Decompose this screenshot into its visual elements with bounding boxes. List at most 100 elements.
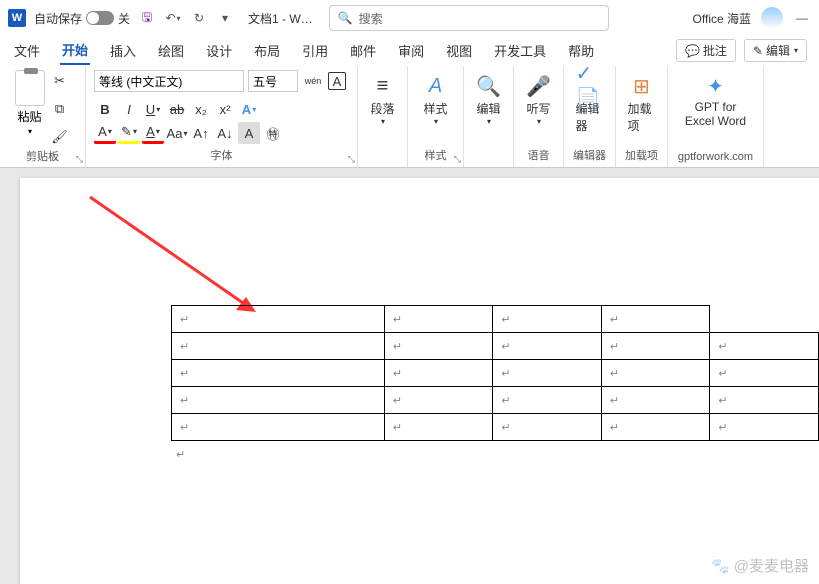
undo-icon[interactable]: ↶▾	[164, 9, 182, 27]
minimize-icon[interactable]: —	[793, 9, 811, 27]
clipboard-group-label: 剪贴板	[26, 148, 59, 166]
font-launcher-icon[interactable]: ⤡	[348, 154, 355, 165]
table-cell: ↵	[384, 306, 493, 333]
table-cell: ↵	[172, 306, 385, 333]
qat-dropdown-icon[interactable]: ▾	[216, 9, 234, 27]
table-cell: ↵	[172, 333, 385, 360]
editor-icon: ✓📄	[576, 72, 604, 100]
table-row: ↵↵↵↵↵	[172, 333, 819, 360]
tab-layout[interactable]: 布局	[252, 37, 282, 64]
tab-insert[interactable]: 插入	[108, 37, 138, 64]
tab-developer[interactable]: 开发工具	[492, 37, 548, 64]
format-painter-icon[interactable]: 🖌	[49, 126, 71, 148]
enclose-char-icon[interactable]: ㊕	[262, 122, 284, 144]
find-icon: 🔍	[475, 72, 503, 100]
addins-icon: ⊞	[628, 72, 656, 100]
clear-format-icon[interactable]: A	[238, 122, 260, 144]
paragraph-button[interactable]: ≡ 段落▾	[363, 70, 403, 128]
table-cell: ↵	[710, 333, 819, 360]
table-cell: ↵	[601, 387, 710, 414]
font-size-select[interactable]	[248, 70, 298, 92]
save-icon[interactable]: 🖫	[138, 9, 156, 27]
styles-button[interactable]: A 样式▾	[416, 70, 456, 128]
subscript-icon[interactable]: x₂	[190, 98, 212, 120]
voice-group-label: 语音	[528, 147, 550, 165]
table-cell: ↵	[710, 360, 819, 387]
paragraph-icon: ≡	[369, 72, 397, 100]
copy-icon[interactable]: ⧉	[49, 98, 71, 120]
tab-view[interactable]: 视图	[444, 37, 474, 64]
table-row: ↵↵↵↵	[172, 306, 819, 333]
search-icon: 🔍	[338, 11, 353, 25]
char-shading-icon[interactable]: A▾	[142, 122, 164, 144]
table-cell: ↵	[710, 414, 819, 441]
search-placeholder: 搜索	[359, 10, 383, 27]
table-cell: ↵	[601, 360, 710, 387]
dictate-button[interactable]: 🎤 听写▾	[519, 70, 559, 128]
strike-icon[interactable]: ab	[166, 98, 188, 120]
paste-button[interactable]: 粘贴 ▾	[15, 70, 45, 136]
table-row: ↵↵↵↵↵	[172, 360, 819, 387]
tab-file[interactable]: 文件	[12, 37, 42, 64]
table-cell: ↵	[172, 414, 385, 441]
editor-button[interactable]: ✓📄 编辑器	[570, 70, 610, 136]
tab-review[interactable]: 审阅	[396, 37, 426, 64]
highlight-icon[interactable]: ✎▾	[118, 122, 140, 144]
underline-icon[interactable]: U▾	[142, 98, 164, 120]
comment-button[interactable]: 💬批注	[676, 39, 736, 62]
tab-help[interactable]: 帮助	[566, 37, 596, 64]
shrink-font-icon[interactable]: A↓	[214, 122, 236, 144]
table-cell: ↵	[493, 333, 602, 360]
bold-icon[interactable]: B	[94, 98, 116, 120]
ribbon-tabs: 文件 开始 插入 绘图 设计 布局 引用 邮件 审阅 视图 开发工具 帮助 💬批…	[0, 36, 819, 66]
redo-icon[interactable]: ↻	[190, 9, 208, 27]
clipboard-icon	[15, 70, 45, 106]
table-cell: ↵	[601, 306, 710, 333]
addins-group-label: 加载项	[625, 147, 658, 165]
document-title: 文档1 - W…	[248, 10, 313, 27]
char-border-icon[interactable]: A	[328, 72, 346, 90]
font-color-icon[interactable]: A▾	[94, 122, 116, 144]
editing-button[interactable]: 🔍 编辑▾	[469, 70, 509, 128]
autosave-state: 关	[118, 10, 130, 27]
tab-draw[interactable]: 绘图	[156, 37, 186, 64]
table-cell: ↵	[172, 360, 385, 387]
table-cell: ↵	[493, 387, 602, 414]
table-cell: ↵	[172, 387, 385, 414]
tab-mail[interactable]: 邮件	[348, 37, 378, 64]
table-cell: ↵	[493, 360, 602, 387]
avatar[interactable]	[761, 7, 783, 29]
superscript-icon[interactable]: x²	[214, 98, 236, 120]
styles-group-label: 样式	[425, 147, 447, 165]
change-case-icon[interactable]: Aa▾	[166, 122, 188, 144]
phonetic-guide-icon[interactable]: wén	[302, 70, 324, 92]
edit-mode-button[interactable]: ✎编辑▾	[744, 39, 807, 62]
font-name-select[interactable]	[94, 70, 244, 92]
tab-references[interactable]: 引用	[300, 37, 330, 64]
table-cell: ↵	[493, 414, 602, 441]
styles-launcher-icon[interactable]: ⤡	[454, 154, 461, 165]
cut-icon[interactable]: ✂	[49, 70, 71, 92]
paw-icon: 🐾	[711, 557, 730, 575]
italic-icon[interactable]: I	[118, 98, 140, 120]
search-input[interactable]: 🔍 搜索	[329, 5, 609, 31]
styles-icon: A	[422, 72, 450, 100]
table-cell: ↵	[710, 387, 819, 414]
table-row: ↵↵↵↵↵	[172, 387, 819, 414]
autosave-label: 自动保存	[34, 10, 82, 27]
account-name[interactable]: Office 海蓝	[693, 10, 751, 27]
addins-button[interactable]: ⊞ 加载项	[622, 70, 662, 136]
word-app-icon: W	[8, 9, 26, 27]
table-cell: ↵	[601, 333, 710, 360]
document-table[interactable]: ↵↵↵↵ ↵↵↵↵↵ ↵↵↵↵↵ ↵↵↵↵↵ ↵↵↵↵↵	[171, 305, 819, 441]
gpt-button[interactable]: ✦ GPT for Excel Word	[679, 70, 752, 130]
clipboard-launcher-icon[interactable]: ⤡	[76, 154, 83, 165]
gpt-group-label: gptforwork.com	[678, 151, 753, 165]
grow-font-icon[interactable]: A↑	[190, 122, 212, 144]
table-cell: ↵	[493, 306, 602, 333]
autosave-toggle[interactable]: 自动保存 关	[34, 10, 130, 27]
text-effects-icon[interactable]: A▾	[238, 98, 260, 120]
paragraph-mark: ↵	[176, 448, 185, 461]
tab-design[interactable]: 设计	[204, 37, 234, 64]
tab-home[interactable]: 开始	[60, 36, 90, 65]
